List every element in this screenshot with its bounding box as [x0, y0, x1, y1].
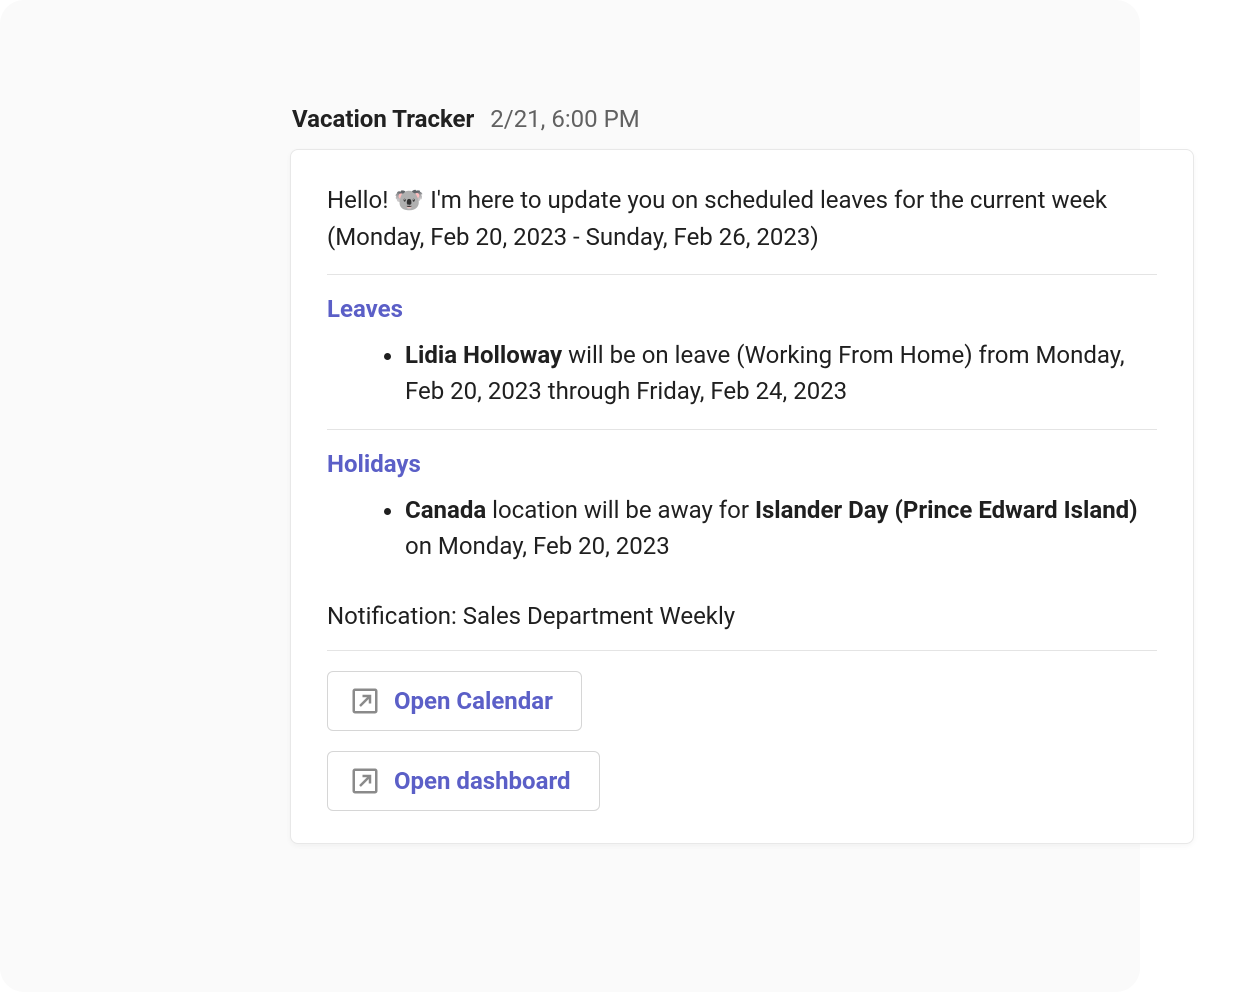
intro-text: Hello! 🐨 I'm here to update you on sched… [327, 182, 1157, 274]
intro-emoji: 🐨 [394, 186, 424, 214]
intro-suffix: I'm here to update you on scheduled leav… [327, 186, 1107, 251]
intro-prefix: Hello! [327, 186, 394, 214]
open-dashboard-button[interactable]: Open dashboard [327, 751, 600, 811]
open-external-icon [350, 766, 380, 796]
leave-person-name: Lidia Holloway [405, 341, 562, 369]
message-header: Vacation Tracker 2/21, 6:00 PM [290, 105, 1194, 133]
message-card: Hello! 🐨 I'm here to update you on sched… [290, 149, 1194, 844]
button-label: Open dashboard [394, 767, 571, 795]
list-item: Canada location will be away for Islande… [405, 492, 1149, 564]
sender-name: Vacation Tracker [292, 105, 474, 133]
notification-label: Notification: Sales Department Weekly [327, 584, 1157, 650]
open-calendar-button[interactable]: Open Calendar [327, 671, 582, 731]
button-label: Open Calendar [394, 687, 553, 715]
holiday-rest-text: on Monday, Feb 20, 2023 [405, 532, 670, 560]
leaves-heading: Leaves [327, 275, 1157, 337]
leaves-list: Lidia Holloway will be on leave (Working… [327, 337, 1157, 429]
holidays-heading: Holidays [327, 430, 1157, 492]
holiday-location: Canada [405, 496, 486, 524]
holiday-mid-text: location will be away for [486, 496, 755, 524]
holiday-name: Islander Day (Prince Edward Island) [755, 496, 1138, 524]
bot-message: Vacation Tracker 2/21, 6:00 PM Hello! 🐨 … [290, 105, 1194, 844]
holidays-list: Canada location will be away for Islande… [327, 492, 1157, 584]
list-item: Lidia Holloway will be on leave (Working… [405, 337, 1149, 409]
message-timestamp: 2/21, 6:00 PM [490, 105, 639, 133]
open-external-icon [350, 686, 380, 716]
action-buttons: Open Calendar Open dashboard [327, 651, 1157, 811]
